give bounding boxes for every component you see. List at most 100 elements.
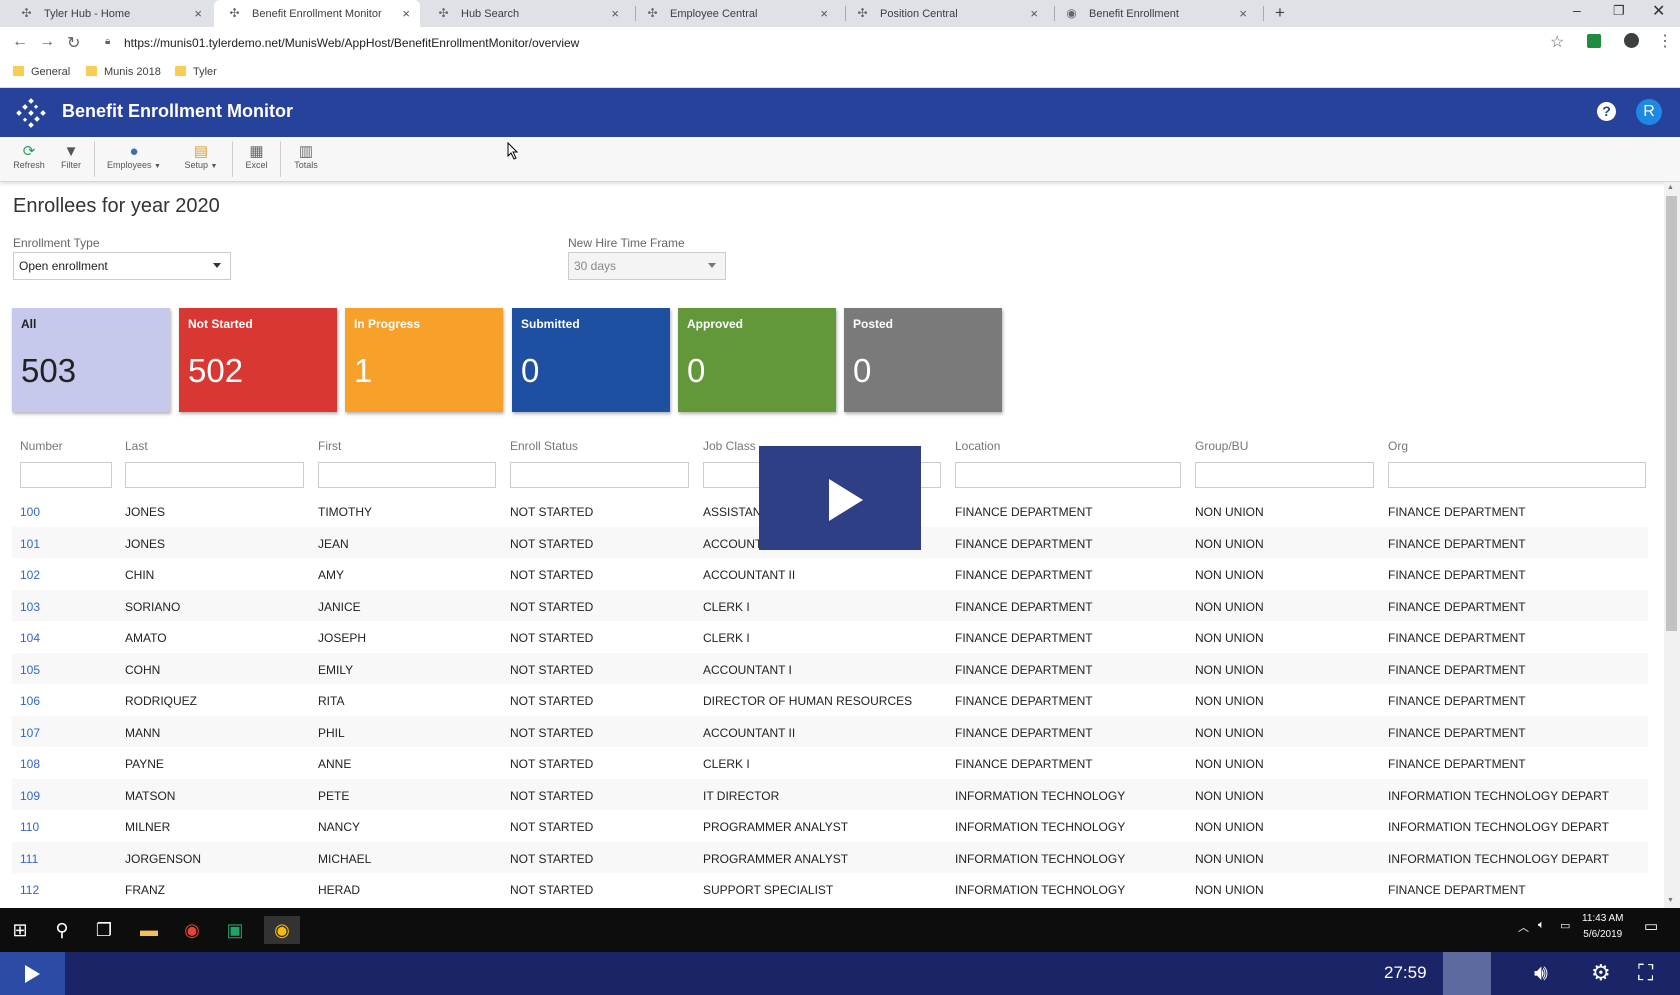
tray-chevron-icon[interactable]: ︿ — [1518, 919, 1529, 935]
column-header-number[interactable]: Number — [20, 439, 63, 453]
filter-input-group-bu[interactable] — [1195, 462, 1374, 488]
filter-input-enroll-status[interactable] — [510, 462, 689, 488]
cell-number[interactable]: 110 — [20, 820, 39, 834]
enrollment-type-select[interactable]: Open enrollment — [13, 252, 231, 280]
extension-icon[interactable] — [1587, 34, 1601, 48]
filter-input-first[interactable] — [318, 462, 496, 488]
column-header-first[interactable]: First — [318, 439, 341, 453]
cell-number[interactable]: 100 — [20, 505, 40, 519]
minimize-window-icon[interactable]: – — [1573, 2, 1581, 18]
close-icon[interactable]: × — [820, 6, 828, 21]
user-avatar[interactable]: R — [1636, 99, 1662, 125]
table-row[interactable]: 111 JORGENSON MICHAEL NOT STARTED PROGRAMMER… — [12, 841, 1648, 873]
column-header-org[interactable]: Org — [1388, 439, 1408, 453]
chrome-active-icon[interactable]: ◉ — [264, 916, 300, 944]
back-arrow-icon[interactable]: ← — [12, 33, 28, 51]
table-row[interactable]: 108 PAYNE ANNE NOT STARTED CLERK I FINANCE DE… — [12, 747, 1648, 779]
close-window-icon[interactable]: ✕ — [1652, 1, 1665, 21]
scroll-down-icon[interactable]: ▼ — [1667, 897, 1674, 904]
browser-tab-active[interactable]: ✣ Benefit Enrollment Monitor × — [214, 0, 420, 27]
cell-number[interactable]: 102 — [20, 568, 40, 582]
player-play-button[interactable] — [0, 952, 65, 995]
cell-number[interactable]: 104 — [20, 631, 40, 645]
bookmark-tyler[interactable]: Tyler — [175, 66, 217, 78]
column-header-location[interactable]: Location — [955, 439, 1000, 453]
table-row[interactable]: 106 RODRIQUEZ RITA NOT STARTED DIRECTOR OF H… — [12, 684, 1648, 716]
forward-arrow-icon[interactable]: → — [39, 33, 55, 51]
column-header-job-class[interactable]: Job Class — [703, 439, 756, 453]
profile-icon[interactable] — [1624, 33, 1639, 48]
cell-number[interactable]: 103 — [20, 600, 40, 614]
table-row[interactable]: 104 AMATO JOSEPH NOT STARTED CLERK I FINANCE … — [12, 621, 1648, 653]
cell-number[interactable]: 107 — [20, 726, 40, 740]
column-header-enroll-status[interactable]: Enroll Status — [510, 439, 578, 453]
browser-tab[interactable]: ✣ Hub Search × — [423, 0, 629, 27]
tile-all[interactable]: All 503 — [12, 308, 170, 412]
browser-tab[interactable]: ✣ Employee Central × — [632, 0, 838, 27]
task-view-icon[interactable]: ❐ — [90, 916, 118, 944]
close-icon[interactable]: × — [611, 6, 619, 21]
bookmark-munis-2018[interactable]: Munis 2018 — [86, 66, 161, 78]
restore-window-icon[interactable]: ❐ — [1613, 3, 1625, 19]
excel-app-icon[interactable]: ▣ — [221, 916, 249, 944]
scrollbar-thumb[interactable] — [1666, 196, 1677, 631]
help-icon[interactable]: ? — [1597, 102, 1616, 121]
volume-icon[interactable]: 🔊︎ — [1534, 960, 1548, 986]
refresh-button[interactable]: ⟳ Refresh — [13, 143, 45, 170]
table-row[interactable]: 102 CHIN AMY NOT STARTED ACCOUNTANT II FINANC… — [12, 558, 1648, 590]
settings-gear-icon[interactable]: ⚙ — [1591, 960, 1611, 986]
filter-input-location[interactable] — [955, 462, 1181, 488]
taskbar-clock[interactable]: 11:43 AM 5/6/2019 — [1582, 911, 1624, 943]
fullscreen-icon[interactable]: ⛶ — [1638, 960, 1653, 986]
table-row[interactable]: 112 FRANZ HERAD NOT STARTED SUPPORT SPECIALI… — [12, 873, 1648, 905]
player-progress-marker[interactable] — [1443, 952, 1491, 995]
table-row[interactable]: 105 COHN EMILY NOT STARTED ACCOUNTANT I FINAN… — [12, 652, 1648, 684]
close-icon[interactable]: × — [194, 6, 202, 21]
filter-input-last[interactable] — [125, 462, 304, 488]
browser-tab[interactable]: ✣ Tyler Hub - Home × — [6, 0, 212, 27]
tile-posted[interactable]: Posted 0 — [844, 308, 1002, 412]
browser-menu-icon[interactable]: ⋮ — [1657, 31, 1673, 51]
bookmark-general[interactable]: General — [13, 66, 70, 78]
column-header-last[interactable]: Last — [125, 439, 148, 453]
url-field[interactable]: https://munis01.tylerdemo.net/MunisWeb/A… — [124, 36, 579, 50]
employees-button[interactable]: ● Employees ▼ — [106, 143, 162, 170]
totals-button[interactable]: ▥ Totals — [292, 143, 320, 170]
new-tab-button[interactable]: + — [1275, 3, 1285, 23]
cell-number[interactable]: 109 — [20, 789, 40, 803]
volume-tray-icon[interactable]: 🔈︎ — [1538, 919, 1545, 932]
chrome-icon[interactable]: ◉ — [178, 916, 206, 944]
new-hire-select[interactable]: 30 days — [568, 252, 726, 280]
bookmark-star-icon[interactable]: ☆ — [1550, 32, 1564, 52]
reload-icon[interactable]: ↻ — [67, 33, 80, 53]
tile-submitted[interactable]: Submitted 0 — [512, 308, 670, 412]
column-header-group-bu[interactable]: Group/BU — [1195, 439, 1248, 453]
tile-not-started[interactable]: Not Started 502 — [179, 308, 337, 412]
excel-button[interactable]: ▦ Excel — [244, 143, 269, 170]
close-icon[interactable]: × — [402, 6, 410, 21]
close-icon[interactable]: × — [1030, 6, 1038, 21]
cell-number[interactable]: 111 — [20, 852, 38, 866]
table-row[interactable]: 103 SORIANO JANICE NOT STARTED CLERK I FINANC… — [12, 589, 1648, 621]
cell-number[interactable]: 108 — [20, 757, 40, 771]
close-icon[interactable]: × — [1239, 6, 1247, 21]
file-explorer-icon[interactable]: ▬ — [135, 916, 163, 944]
filter-input-number[interactable] — [20, 462, 112, 488]
scroll-up-icon[interactable]: ▲ — [1667, 184, 1674, 191]
video-play-overlay-button[interactable] — [759, 446, 921, 550]
table-row[interactable]: 110 MILNER NANCY NOT STARTED PROGRAMMER ANAL… — [12, 810, 1648, 842]
cell-number[interactable]: 106 — [20, 694, 40, 708]
setup-button[interactable]: ▤ Setup ▼ — [180, 143, 222, 170]
table-row[interactable]: 109 MATSON PETE NOT STARTED IT DIRECTOR INFOR… — [12, 778, 1648, 810]
search-icon[interactable]: ⚲ — [48, 916, 76, 944]
filter-button[interactable]: ▼ Filter — [58, 143, 84, 170]
tile-in-progress[interactable]: In Progress 1 — [345, 308, 503, 412]
browser-tab[interactable]: ◉ Benefit Enrollment × — [1051, 0, 1257, 27]
cell-number[interactable]: 105 — [20, 663, 40, 677]
cell-number[interactable]: 112 — [20, 883, 39, 897]
windows-start-icon[interactable]: ⊞ — [6, 916, 34, 944]
notifications-icon[interactable]: ▭ — [1644, 917, 1658, 935]
table-row[interactable]: 107 MANN PHIL NOT STARTED ACCOUNTANT II FINAN… — [12, 715, 1648, 747]
cell-number[interactable]: 101 — [20, 537, 40, 551]
tile-approved[interactable]: Approved 0 — [678, 308, 836, 412]
